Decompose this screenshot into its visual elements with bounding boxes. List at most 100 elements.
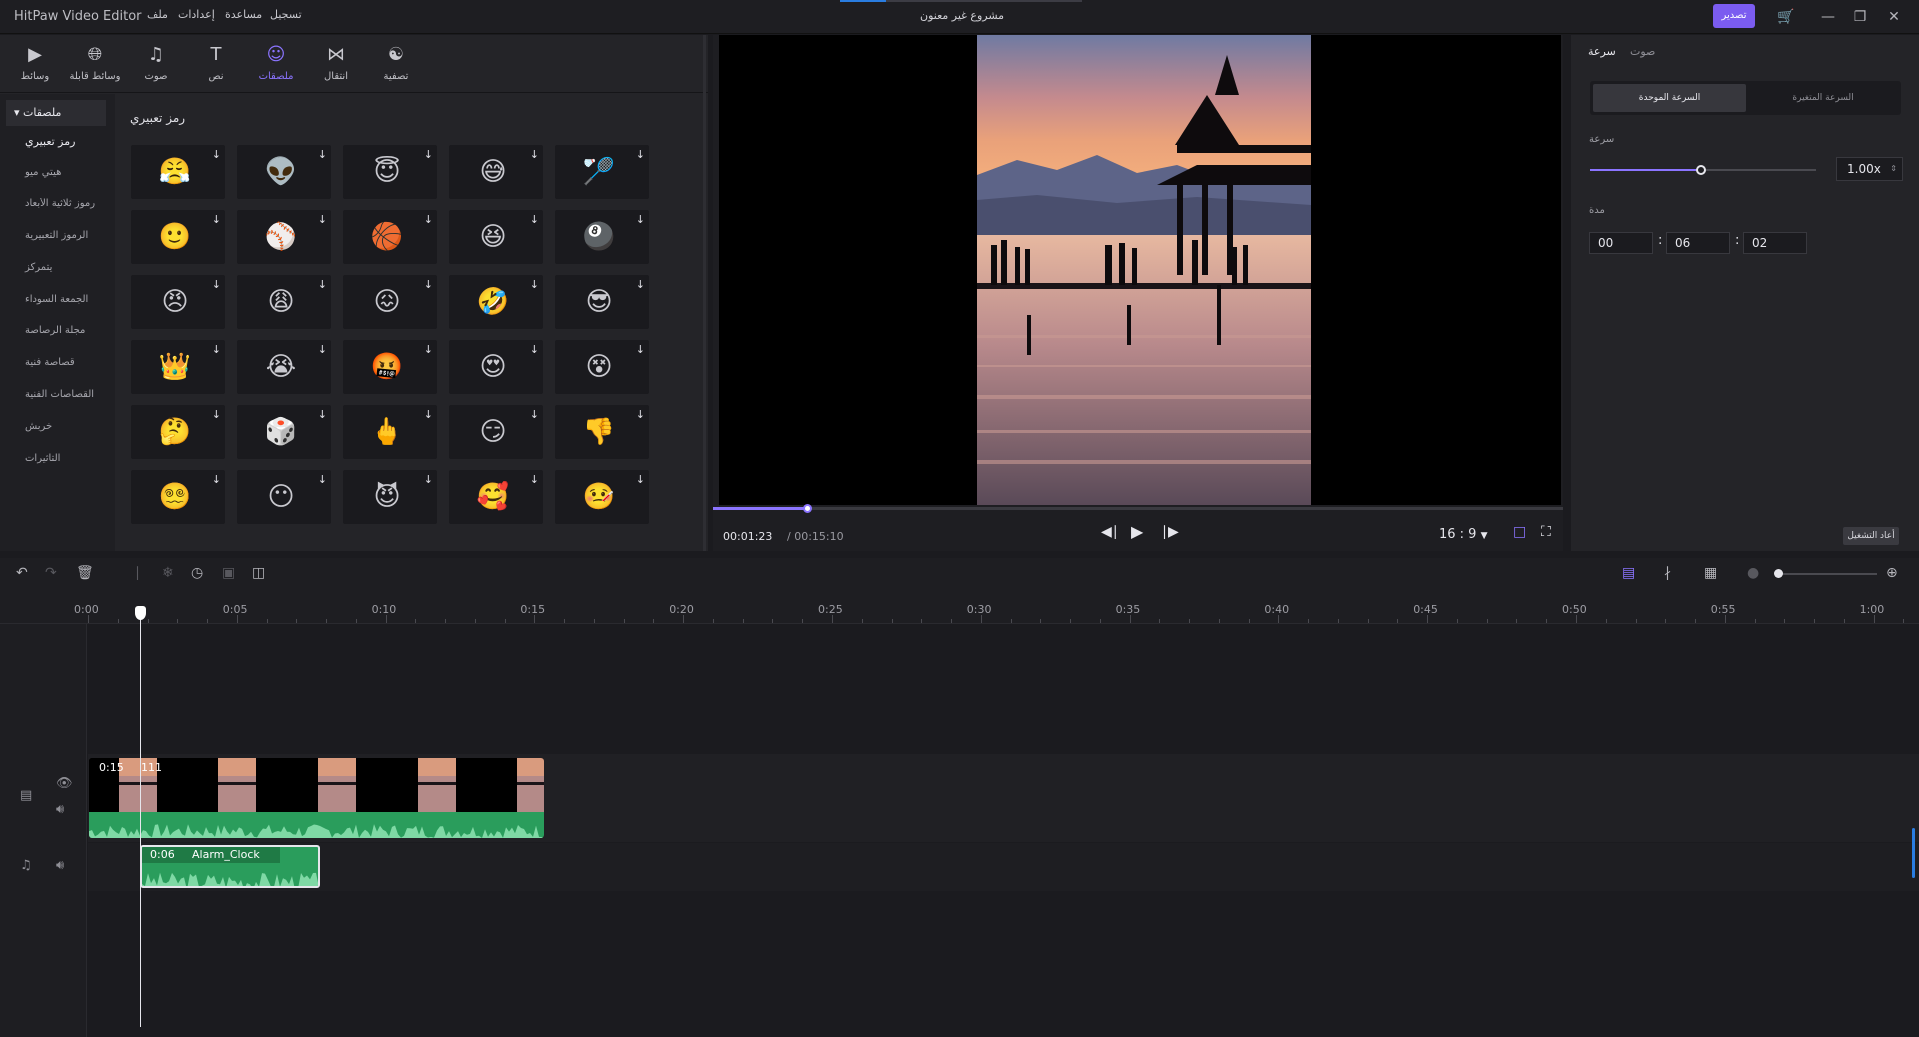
sticker-item[interactable]: 🤒 ↓ <box>555 470 649 524</box>
split-icon[interactable]: ∣ <box>134 565 141 581</box>
redo-icon[interactable]: ↷ <box>45 565 57 581</box>
download-icon[interactable]: ↓ <box>636 343 645 356</box>
timeline-ruler[interactable]: 0:00 0:05 0:10 0:15 0:20 0:25 0:30 0:35 0:40 0:45… <box>0 590 1919 624</box>
download-icon[interactable]: ↓ <box>530 473 539 486</box>
download-icon[interactable]: ↓ <box>212 343 221 356</box>
delete-icon[interactable]: 🗑︎ <box>76 565 94 581</box>
zoom-slider-handle[interactable] <box>1774 569 1783 578</box>
sticker-item[interactable]: 🤔 ↓ <box>131 405 225 459</box>
sticker-item[interactable]: 😶 ↓ <box>237 470 331 524</box>
volume-icon[interactable]: 🔊︎ <box>56 802 64 817</box>
variable-speed-option[interactable]: السرعة المتغيرة <box>1748 84 1898 112</box>
download-icon[interactable]: ↓ <box>318 213 327 226</box>
sticker-item[interactable]: 😆 ↓ <box>449 210 543 264</box>
sticker-item[interactable]: 😈 ↓ <box>343 470 437 524</box>
sticker-item[interactable]: 👽 ↓ <box>237 145 331 199</box>
cart-icon[interactable]: 🛒 <box>1776 7 1796 27</box>
freeze-icon[interactable]: ❄ <box>162 565 174 581</box>
minimize-icon[interactable]: — <box>1818 7 1838 27</box>
sticker-item[interactable]: 😖 ↓ <box>343 275 437 329</box>
marker-icon[interactable]: ◫ <box>252 565 265 581</box>
download-icon[interactable]: ↓ <box>318 148 327 161</box>
download-icon[interactable]: ↓ <box>636 148 645 161</box>
tool-media[interactable]: ▶︎ وسائط <box>4 43 66 82</box>
snap-icon[interactable]: ▤ <box>1622 565 1635 581</box>
sticker-item[interactable]: 😵‍💫 ↓ <box>131 470 225 524</box>
tool-transition[interactable]: ⋈ انتقال <box>305 43 367 82</box>
category-item-hitty-meow[interactable]: هيتي ميو <box>0 167 115 178</box>
sticker-item[interactable]: 🎱 ↓ <box>555 210 649 264</box>
sticker-item[interactable]: 😩 ↓ <box>237 275 331 329</box>
timeline-scrollbar[interactable] <box>1912 828 1915 878</box>
spinner-icon[interactable]: ⇕ <box>1890 158 1897 180</box>
category-item-effects[interactable]: التأثيرات <box>0 453 115 464</box>
tool-stock-media[interactable]: 🌐︎ وسائط قابلة <box>64 43 126 82</box>
speed-slider[interactable] <box>1590 165 1816 175</box>
category-item-emoticons[interactable]: الرموز التعبيرية <box>0 230 115 241</box>
download-icon[interactable]: ↓ <box>424 343 433 356</box>
speed-icon[interactable]: ◷ <box>191 565 203 581</box>
category-item-centered[interactable]: يتمركز <box>0 262 115 273</box>
duration-seconds-input[interactable]: 02 <box>1743 232 1807 254</box>
audio-clip[interactable]: 0:06 Alarm_Clock <box>140 845 320 888</box>
aspect-ratio-selector[interactable]: 16 : 9 ▼ <box>1439 527 1488 542</box>
sticker-item[interactable]: 👑 ↓ <box>131 340 225 394</box>
category-item-black-friday[interactable]: الجمعة السوداء <box>0 294 115 305</box>
zoom-slider[interactable] <box>1777 573 1877 575</box>
download-icon[interactable]: ↓ <box>530 148 539 161</box>
sticker-item[interactable]: 🤣 ↓ <box>449 275 543 329</box>
download-icon[interactable]: ↓ <box>636 213 645 226</box>
category-header[interactable]: ▾ ملصقات <box>6 100 106 126</box>
download-icon[interactable]: ↓ <box>636 473 645 486</box>
video-clip[interactable]: 0:15 111 <box>89 758 544 838</box>
tab-speed[interactable]: سرعة <box>1588 45 1616 58</box>
category-item-art-clips[interactable]: القصاصات الفنية <box>0 389 115 400</box>
download-icon[interactable]: ↓ <box>212 148 221 161</box>
tool-audio[interactable]: ♫ صوت <box>125 43 187 82</box>
tool-stickers[interactable]: ☺ ملصقات <box>245 43 307 82</box>
sticker-item[interactable]: 👎 ↓ <box>555 405 649 459</box>
duration-minutes-input[interactable]: 06 <box>1666 232 1730 254</box>
category-item-art-clip[interactable]: قصاصة فنية <box>0 357 115 368</box>
category-item-doodle[interactable]: خربش <box>0 421 115 432</box>
sticker-item[interactable]: 🤬 ↓ <box>343 340 437 394</box>
download-icon[interactable]: ↓ <box>318 278 327 291</box>
category-item-emoji[interactable]: رمز تعبيري <box>0 135 115 148</box>
download-icon[interactable]: ↓ <box>318 408 327 421</box>
download-icon[interactable]: ↓ <box>212 213 221 226</box>
sticker-item[interactable]: 🥰 ↓ <box>449 470 543 524</box>
preview-scrubber[interactable] <box>713 504 1563 513</box>
download-icon[interactable]: ↓ <box>636 408 645 421</box>
close-icon[interactable]: ✕ <box>1884 7 1904 27</box>
play-icon[interactable]: ▶ <box>1131 522 1143 541</box>
sticker-item[interactable]: 😭 ↓ <box>237 340 331 394</box>
restore-icon[interactable]: ❐ <box>1850 7 1870 27</box>
sticker-item[interactable]: 😵 ↓ <box>555 340 649 394</box>
speed-value-input[interactable]: 1.00x ⇕ <box>1836 157 1903 181</box>
previous-frame-icon[interactable]: ◀∣ <box>1101 524 1119 540</box>
uniform-speed-option[interactable]: السرعة الموحدة <box>1593 84 1746 112</box>
download-icon[interactable]: ↓ <box>530 278 539 291</box>
sticker-item[interactable]: 😠 ↓ <box>131 275 225 329</box>
download-icon[interactable]: ↓ <box>318 473 327 486</box>
sticker-item[interactable]: 😇 ↓ <box>343 145 437 199</box>
split-view-icon[interactable]: ∤ <box>1664 565 1671 581</box>
download-icon[interactable]: ↓ <box>530 343 539 356</box>
tool-text[interactable]: T نص <box>185 43 247 82</box>
download-icon[interactable]: ↓ <box>212 408 221 421</box>
download-icon[interactable]: ↓ <box>424 278 433 291</box>
crop-icon[interactable]: □ <box>1513 524 1526 540</box>
download-icon[interactable]: ↓ <box>424 148 433 161</box>
media-panel-scrollbar[interactable] <box>703 35 706 551</box>
video-canvas[interactable] <box>719 35 1561 505</box>
sticker-item[interactable]: ⚾ ↓ <box>237 210 331 264</box>
volume-icon[interactable]: 🔊︎ <box>56 858 64 873</box>
zoom-in-icon[interactable]: ⊕ <box>1886 565 1898 581</box>
download-icon[interactable]: ↓ <box>318 343 327 356</box>
download-icon[interactable]: ↓ <box>424 473 433 486</box>
next-frame-icon[interactable]: ∣▶ <box>1161 524 1179 540</box>
sticker-item[interactable]: 🖕 ↓ <box>343 405 437 459</box>
menu-register[interactable]: تسجيل <box>270 8 302 21</box>
download-icon[interactable]: ↓ <box>212 473 221 486</box>
speed-slider-handle[interactable] <box>1695 165 1706 175</box>
